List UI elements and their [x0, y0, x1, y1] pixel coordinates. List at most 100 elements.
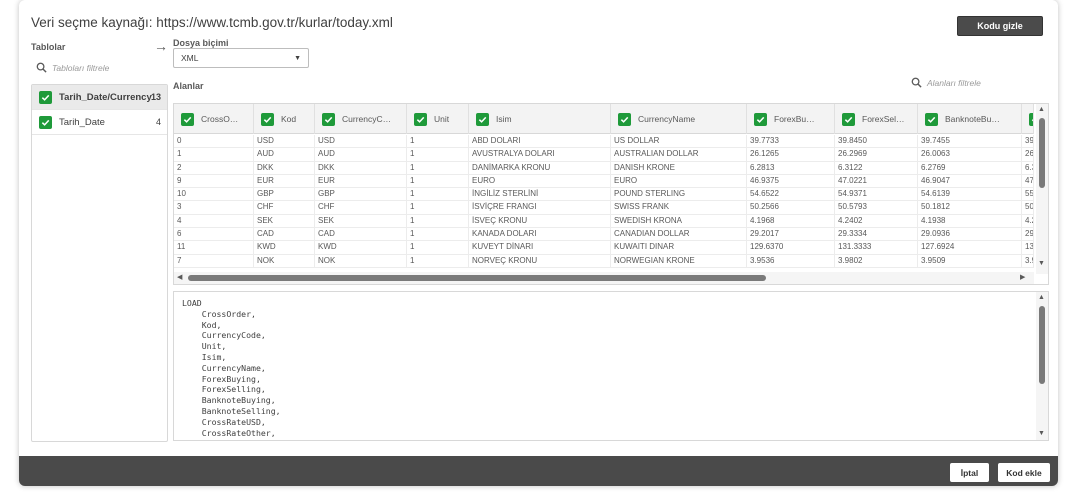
table-cell: 1 — [407, 161, 469, 174]
table-cell: EUR — [315, 174, 407, 188]
checkbox-checked-icon[interactable] — [181, 112, 194, 126]
table-cell: 39. — [1022, 135, 1034, 148]
table-name: Tarih_Date — [59, 116, 105, 128]
checkbox-checked-icon[interactable] — [261, 112, 274, 126]
tables-filter-placeholder: Tabloları filtrele — [52, 62, 110, 73]
column-header[interactable] — [1022, 104, 1034, 134]
table-cell: 55. — [1022, 188, 1034, 201]
table-cell: 26. — [1022, 148, 1034, 161]
checkbox-checked-icon[interactable] — [1029, 112, 1033, 126]
column-header[interactable]: Isim — [469, 104, 611, 134]
table-field-count: 13 — [150, 92, 161, 102]
script-line: CurrencyCode, — [182, 330, 266, 341]
table-cell: 1 — [174, 148, 254, 161]
column-header[interactable]: ForexSel… — [835, 104, 918, 134]
table-row: 6 CAD CAD 1 KANADA DOLARI CANADIAN DOLLAR 29.2… — [174, 228, 1034, 242]
cancel-button[interactable]: İptal — [950, 463, 989, 482]
table-cell: DKK — [315, 161, 407, 174]
scroll-right-icon[interactable]: ▶ — [1020, 273, 1025, 281]
grid-body: 0 USD USD 1 ABD DOLARI US DOLLAR 39.7733 39.845… — [174, 135, 1034, 268]
chevron-down-icon: ▼ — [294, 55, 301, 62]
table-cell: NOK — [315, 254, 407, 267]
column-header[interactable]: CrossO… — [174, 104, 254, 134]
table-cell: AUSTRALIAN DOLLAR — [611, 148, 747, 161]
table-cell: 39.8450 — [835, 135, 918, 148]
scroll-left-icon[interactable]: ◀ — [177, 273, 182, 281]
scrollbar-thumb[interactable] — [1039, 118, 1045, 188]
data-source-dialog: Veri seçme kaynağı: https://www.tcmb.gov… — [19, 0, 1058, 486]
script-line: ForexBuying, — [182, 373, 261, 384]
column-header[interactable]: BanknoteBu… — [918, 104, 1022, 134]
table-cell: 29.0936 — [918, 228, 1022, 241]
grid-vertical-scrollbar[interactable]: ▲ ▼ — [1036, 104, 1048, 274]
checkbox-checked-icon[interactable] — [618, 112, 631, 126]
script-line: CurrencyName, — [182, 362, 266, 373]
script-line: Kod, — [182, 319, 222, 330]
table-cell: 54.6522 — [747, 188, 835, 201]
scroll-down-icon[interactable]: ▼ — [1038, 430, 1045, 437]
table-cell: 29. — [1022, 228, 1034, 241]
table-cell: 1 — [407, 228, 469, 241]
table-cell: 50. — [1022, 201, 1034, 214]
table-cell: 1 — [407, 214, 469, 228]
checkbox-checked-icon[interactable] — [754, 112, 767, 126]
script-text[interactable]: LOAD CrossOrder, Kod, CurrencyCode, Unit… — [182, 298, 281, 438]
table-item[interactable]: Tarih_Date 4 — [32, 110, 167, 135]
table-cell: 6.3 — [1022, 161, 1034, 174]
column-header[interactable]: Kod — [254, 104, 315, 134]
tables-filter[interactable]: Tabloları filtrele — [36, 62, 109, 73]
script-vertical-scrollbar[interactable]: ▲ ▼ — [1036, 292, 1048, 440]
table-cell: İNGİLİZ STERLİNİ — [469, 188, 611, 201]
script-line: BanknoteSelling, — [182, 405, 281, 416]
tables-label: Tablolar — [31, 42, 66, 52]
column-header[interactable]: CurrencyC… — [315, 104, 407, 134]
scroll-up-icon[interactable]: ▲ — [1038, 106, 1045, 113]
table-cell: 54.9371 — [835, 188, 918, 201]
file-format-value: XML — [181, 53, 199, 63]
search-icon — [911, 77, 922, 88]
table-cell: NORVEÇ KRONU — [469, 254, 611, 267]
scrollbar-thumb[interactable] — [188, 275, 766, 281]
grid-horizontal-scrollbar[interactable]: ◀ ▶ — [174, 272, 1034, 284]
table-cell: AUD — [254, 148, 315, 161]
column-header[interactable]: CurrencyName — [611, 104, 747, 134]
table-cell: 0 — [174, 135, 254, 148]
scrollbar-thumb[interactable] — [1039, 306, 1045, 384]
checkbox-checked-icon[interactable] — [322, 112, 335, 126]
table-name: Tarih_Date/Currency — [59, 91, 152, 103]
column-header[interactable]: Unit — [407, 104, 469, 134]
search-icon — [36, 62, 47, 73]
table-item[interactable]: Tarih_Date/Currency 13 — [32, 85, 167, 110]
column-header-label: Unit — [434, 114, 450, 124]
file-format-select[interactable]: XML ▼ — [173, 48, 309, 68]
table-cell: CAD — [254, 228, 315, 241]
checkbox-checked-icon[interactable] — [476, 112, 489, 126]
script-line: CrossOrder, — [182, 308, 256, 319]
table-cell: 46.9047 — [918, 174, 1022, 188]
column-header-label: Isim — [496, 114, 512, 124]
hide-code-button[interactable]: Kodu gizle — [957, 16, 1043, 36]
checkbox-checked-icon[interactable] — [39, 90, 52, 104]
table-cell: 6.3122 — [835, 161, 918, 174]
scroll-up-icon[interactable]: ▲ — [1038, 294, 1045, 301]
column-header[interactable]: ForexBu… — [747, 104, 835, 134]
add-code-button[interactable]: Kod ekle — [998, 463, 1050, 482]
tables-list: Tarih_Date/Currency 13 Tarih_Date 4 — [31, 84, 168, 442]
column-header-label: CurrencyC… — [342, 114, 392, 124]
scroll-down-icon[interactable]: ▼ — [1038, 260, 1045, 267]
checkbox-checked-icon[interactable] — [925, 112, 938, 126]
table-row: 9EUREUR1EUROEURO46.937547.022146.904747. — [174, 174, 1034, 189]
table-cell: 127.6924 — [918, 241, 1022, 254]
checkbox-checked-icon[interactable] — [39, 115, 52, 129]
grid-header: CrossO… Kod CurrencyC… Unit Isim CurrencyName… — [174, 104, 1034, 134]
table-cell: NOK — [254, 254, 315, 267]
checkbox-checked-icon[interactable] — [414, 112, 427, 126]
fields-filter[interactable]: Alanları filtrele — [911, 77, 981, 88]
table-cell: 4 — [174, 214, 254, 228]
checkbox-checked-icon[interactable] — [842, 112, 855, 126]
script-editor[interactable]: LOAD CrossOrder, Kod, CurrencyCode, Unit… — [173, 291, 1049, 441]
table-row: 2 DKK DKK 1 DANİMARKA KRONU DANISH KRONE 6.281… — [174, 161, 1034, 175]
table-cell: CAD — [315, 228, 407, 241]
table-cell: EURO — [611, 174, 747, 188]
table-cell: DKK — [254, 161, 315, 174]
